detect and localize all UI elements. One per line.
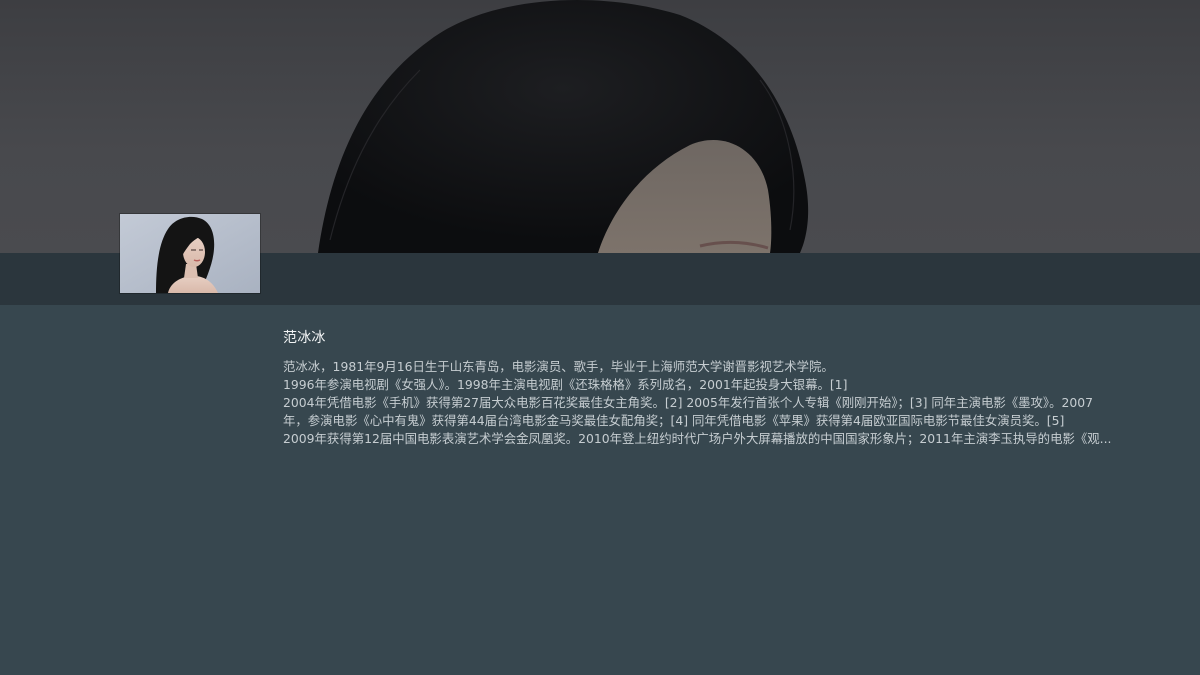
item-description: 范冰冰，1981年9月16日生于山东青岛，电影演员、歌手，毕业于上海师范大学谢晋… xyxy=(283,358,1153,448)
description-line: 范冰冰，1981年9月16日生于山东青岛，电影演员、歌手，毕业于上海师范大学谢晋… xyxy=(283,359,834,374)
thumbnail-card[interactable] xyxy=(120,214,260,293)
item-title: 范冰冰 xyxy=(283,330,326,346)
thumbnail-portrait-image xyxy=(120,214,260,293)
description-line: 2004年凭借电影《手机》获得第27届大众电影百花奖最佳女主角奖。[2] 200… xyxy=(283,395,1094,410)
description-line: 2009年获得第12届中国电影表演艺术学会金凤凰奖。2010年登上纽约时代广场户… xyxy=(283,431,1112,446)
description-line: 年，参演电影《心中有鬼》获得第44届台湾电影金马奖最佳女配角奖；[4] 同年凭借… xyxy=(283,413,1065,428)
description-line: 1996年参演电视剧《女强人》。1998年主演电视剧《还珠格格》系列成名，200… xyxy=(283,377,848,392)
details-screen: 范冰冰 范冰冰，1981年9月16日生于山东青岛，电影演员、歌手，毕业于上海师范… xyxy=(0,0,1200,675)
